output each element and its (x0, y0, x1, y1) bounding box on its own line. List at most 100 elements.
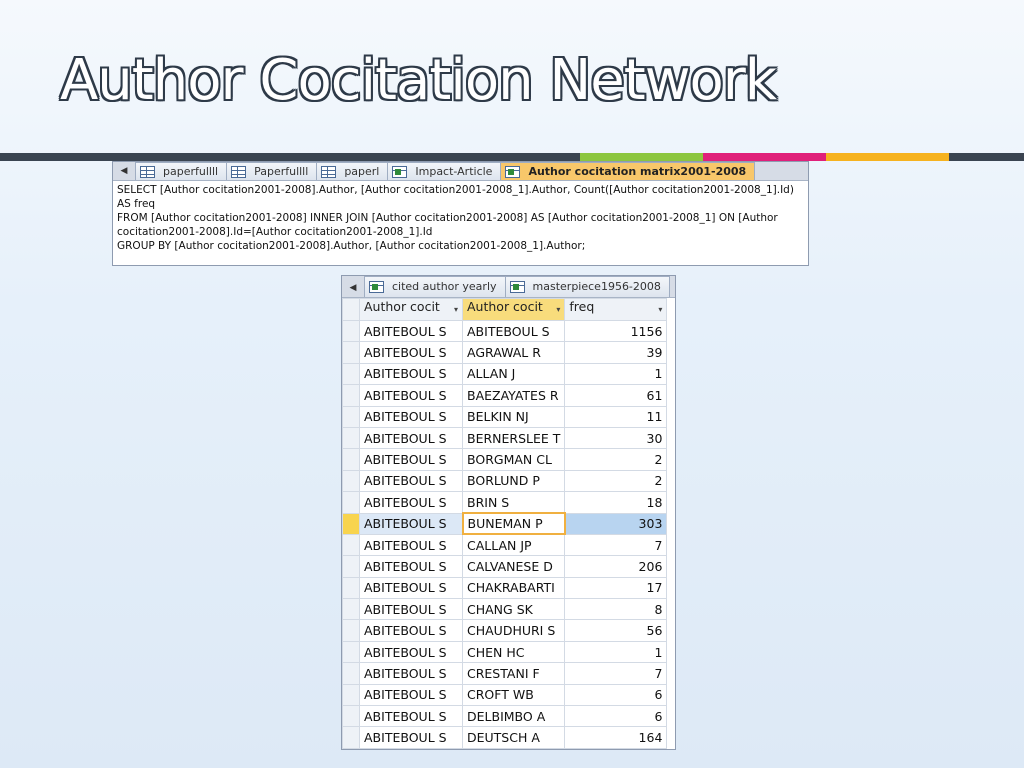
row-selector[interactable] (342, 598, 360, 621)
author-cell[interactable]: DEUTSCH A (461, 726, 566, 749)
author-cell[interactable]: ABITEBOUL S (461, 319, 566, 343)
freq-cell[interactable]: 7 (564, 533, 668, 557)
author-cell[interactable]: ABITEBOUL S (359, 448, 463, 471)
author-cell[interactable]: CHAUDHURI S (461, 619, 566, 642)
sql-editor[interactable]: SELECT [Author cocitation2001-2008].Auth… (113, 181, 808, 255)
freq-cell[interactable]: 206 (564, 555, 668, 578)
author-cell[interactable]: CALLAN JP (461, 533, 566, 557)
freq-cell[interactable]: 30 (564, 426, 668, 450)
chevron-down-icon[interactable]: ▾ (454, 300, 458, 320)
author-cell[interactable]: ABITEBOUL S (359, 384, 463, 407)
row-selector[interactable] (342, 319, 360, 343)
tab-paperfullll[interactable]: paperfullll (135, 162, 228, 180)
table-row[interactable]: ABITEBOUL S BRIN S 18 (342, 491, 668, 514)
freq-cell[interactable]: 2 (564, 469, 668, 493)
tab-paperl[interactable]: paperl (316, 162, 389, 180)
author-cell[interactable]: AGRAWAL R (461, 341, 566, 364)
author-cell[interactable]: ALLAN J (461, 362, 566, 386)
freq-cell[interactable]: 303 (564, 512, 668, 535)
chevron-down-icon[interactable]: ▾ (556, 300, 560, 320)
table-row[interactable]: ABITEBOUL S BORLUND P2 (342, 469, 668, 493)
author-cell[interactable]: CROFT WB (461, 683, 566, 707)
author-cell[interactable]: CRESTANI F (461, 662, 566, 685)
table-row[interactable]: ABITEBOUL S CALVANESE D 206 (342, 555, 668, 578)
freq-cell[interactable]: 1 (564, 640, 668, 664)
author-cell[interactable]: ABITEBOUL S (359, 705, 463, 728)
row-selector[interactable] (342, 726, 360, 749)
author-cell[interactable]: CALVANESE D (461, 555, 566, 578)
freq-cell[interactable]: 39 (564, 341, 668, 364)
author-cell[interactable]: BORGMAN CL (461, 448, 566, 471)
author-cell[interactable]: BERNERSLEE T (461, 426, 566, 450)
author-cell[interactable]: CHAKRABARTI (461, 576, 566, 600)
author-cell[interactable]: ABITEBOUL S (359, 426, 463, 450)
table-row[interactable]: ABITEBOUL S BAEZAYATES R 61 (342, 384, 668, 407)
table-row[interactable]: ABITEBOUL S BORGMAN CL 2 (342, 448, 668, 471)
column-header-author-cocit-1[interactable]: Author cocit ▾ (359, 298, 463, 321)
freq-cell[interactable]: 1 (564, 362, 668, 386)
tab-scroll-left-icon[interactable]: ◀ (113, 162, 135, 180)
table-row[interactable]: ABITEBOUL S CROFT WB 6 (342, 683, 668, 707)
row-selector[interactable] (342, 405, 360, 428)
tab-scroll-left-icon[interactable]: ◀ (342, 279, 364, 297)
author-cell[interactable]: DELBIMBO A (461, 705, 566, 728)
row-selector[interactable] (342, 512, 360, 535)
freq-cell[interactable]: 56 (564, 619, 668, 642)
author-cell[interactable]: BELKIN NJ (461, 405, 566, 428)
table-row[interactable]: ABITEBOUL S CHAUDHURI S 56 (342, 619, 668, 642)
tab-paperfullll[interactable]: Paperfullll (226, 162, 318, 180)
table-row[interactable]: ABITEBOUL S CALLAN JP 7 (342, 533, 668, 557)
author-cell[interactable]: ABITEBOUL S (359, 619, 463, 642)
tab-masterpiece1956-2008[interactable]: masterpiece1956-2008 (504, 276, 670, 297)
freq-cell[interactable]: 18 (564, 491, 668, 514)
table-row[interactable]: ABITEBOUL S ABITEBOUL S 1156 (342, 319, 668, 343)
table-row[interactable]: ABITEBOUL S BUNEMAN P 303 (342, 511, 668, 536)
author-cell[interactable]: BORLUND P (461, 469, 566, 493)
freq-cell[interactable]: 164 (564, 726, 668, 749)
author-cell[interactable]: ABITEBOUL S (359, 683, 463, 707)
row-selector[interactable] (342, 341, 360, 364)
table-row[interactable]: ABITEBOUL S BERNERSLEE T 30 (342, 426, 668, 450)
row-selector[interactable] (342, 576, 360, 600)
author-cell[interactable]: ABITEBOUL S (359, 598, 463, 621)
column-header-freq[interactable]: freq ▾ (564, 298, 668, 321)
freq-cell[interactable]: 8 (564, 598, 668, 621)
author-cell[interactable]: ABITEBOUL S (359, 341, 463, 364)
select-all-corner[interactable] (342, 298, 360, 321)
freq-cell[interactable]: 7 (564, 662, 668, 685)
chevron-down-icon[interactable]: ▾ (658, 300, 662, 320)
author-cell[interactable]: BUNEMAN P (461, 511, 566, 536)
freq-cell[interactable]: 17 (564, 576, 668, 600)
table-row[interactable]: ABITEBOUL S BELKIN NJ 11 (342, 405, 668, 428)
author-cell[interactable]: ABITEBOUL S (359, 533, 463, 557)
author-cell[interactable]: ABITEBOUL S (359, 640, 463, 664)
table-row[interactable]: ABITEBOUL S ALLAN J1 (342, 362, 668, 386)
row-selector[interactable] (342, 683, 360, 707)
table-row[interactable]: ABITEBOUL S DEUTSCH A 164 (342, 726, 668, 749)
author-cell[interactable]: ABITEBOUL S (359, 362, 463, 386)
row-selector[interactable] (342, 362, 360, 386)
row-selector[interactable] (342, 448, 360, 471)
author-cell[interactable]: ABITEBOUL S (359, 405, 463, 428)
row-selector[interactable] (342, 555, 360, 578)
author-cell[interactable]: ABITEBOUL S (359, 555, 463, 578)
author-cell[interactable]: ABITEBOUL S (359, 576, 463, 600)
row-selector[interactable] (342, 640, 360, 664)
tab-cited-author-yearly[interactable]: cited author yearly (364, 276, 506, 297)
tab-impact-article[interactable]: Impact-Article (387, 162, 502, 180)
row-selector[interactable] (342, 469, 360, 493)
freq-cell[interactable]: 2 (564, 448, 668, 471)
freq-cell[interactable]: 6 (564, 705, 668, 728)
freq-cell[interactable]: 11 (564, 405, 668, 428)
table-row[interactable]: ABITEBOUL S CHEN HC 1 (342, 640, 668, 664)
author-cell[interactable]: ABITEBOUL S (359, 469, 463, 493)
row-selector[interactable] (342, 662, 360, 685)
table-row[interactable]: ABITEBOUL S DELBIMBO A6 (342, 705, 668, 728)
author-cell[interactable]: ABITEBOUL S (359, 726, 463, 749)
author-cell[interactable]: ABITEBOUL S (359, 319, 463, 343)
row-selector[interactable] (342, 619, 360, 642)
author-cell[interactable]: CHEN HC (461, 640, 566, 664)
freq-cell[interactable]: 1156 (564, 319, 668, 343)
column-header-author-cocit-2[interactable]: Author cocit ▾ (461, 298, 566, 321)
table-row[interactable]: ABITEBOUL S CHANG SK 8 (342, 598, 668, 621)
